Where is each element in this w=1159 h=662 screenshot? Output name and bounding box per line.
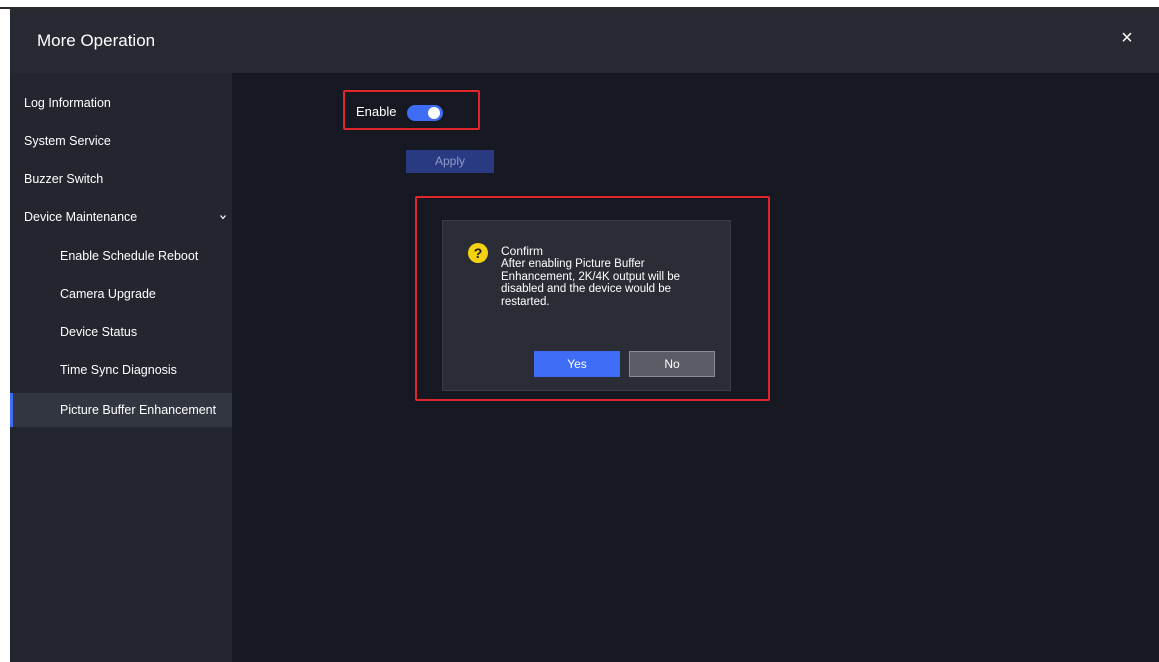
no-button[interactable]: No xyxy=(629,351,715,377)
title-bar: More Operation × xyxy=(10,9,1159,73)
sidebar-item-camera-upgrade[interactable]: Camera Upgrade xyxy=(10,277,232,311)
enable-label: Enable xyxy=(356,104,397,119)
toggle-knob xyxy=(428,107,440,119)
sidebar: Log Information System Service Buzzer Sw… xyxy=(10,73,232,662)
enable-toggle[interactable] xyxy=(407,105,443,121)
window-title: More Operation xyxy=(37,31,156,50)
apply-button[interactable]: Apply xyxy=(406,150,494,173)
sidebar-item-buzzer-switch[interactable]: Buzzer Switch xyxy=(10,162,232,196)
sidebar-item-picture-buffer-enhancement[interactable]: Picture Buffer Enhancement xyxy=(10,393,232,427)
sidebar-item-label: Device Status xyxy=(60,325,138,339)
sidebar-item-label: Picture Buffer Enhancement xyxy=(60,403,217,417)
sidebar-item-enable-schedule-reboot[interactable]: Enable Schedule Reboot xyxy=(10,239,232,273)
question-icon: ? xyxy=(468,243,488,263)
sidebar-item-label: Log Information xyxy=(24,96,111,110)
sidebar-item-label: Camera Upgrade xyxy=(60,287,156,301)
close-icon[interactable]: × xyxy=(1117,28,1137,48)
sidebar-item-device-maintenance[interactable]: Device Maintenance xyxy=(10,200,232,234)
sidebar-item-label: Time Sync Diagnosis xyxy=(60,363,177,377)
main-content: Enable Apply ? Confirm After enabling Pi… xyxy=(232,73,1159,662)
sidebar-item-label: System Service xyxy=(24,134,111,148)
sidebar-item-label: Device Maintenance xyxy=(24,210,138,224)
sidebar-item-device-status[interactable]: Device Status xyxy=(10,315,232,349)
sidebar-item-time-sync-diagnosis[interactable]: Time Sync Diagnosis xyxy=(10,353,232,387)
more-operation-window: More Operation × Log Information System … xyxy=(10,9,1159,662)
yes-button[interactable]: Yes xyxy=(534,351,620,377)
dialog-message: After enabling Picture Buffer Enhancemen… xyxy=(501,258,681,308)
sidebar-item-label: Buzzer Switch xyxy=(24,172,104,186)
dialog-title: Confirm xyxy=(501,244,544,258)
sidebar-item-system-service[interactable]: System Service xyxy=(10,124,232,158)
confirm-dialog: ? Confirm After enabling Picture Buffer … xyxy=(442,220,731,391)
sidebar-item-label: Enable Schedule Reboot xyxy=(60,249,199,263)
chevron-down-icon[interactable] xyxy=(220,214,226,220)
sidebar-item-log-information[interactable]: Log Information xyxy=(10,86,232,120)
